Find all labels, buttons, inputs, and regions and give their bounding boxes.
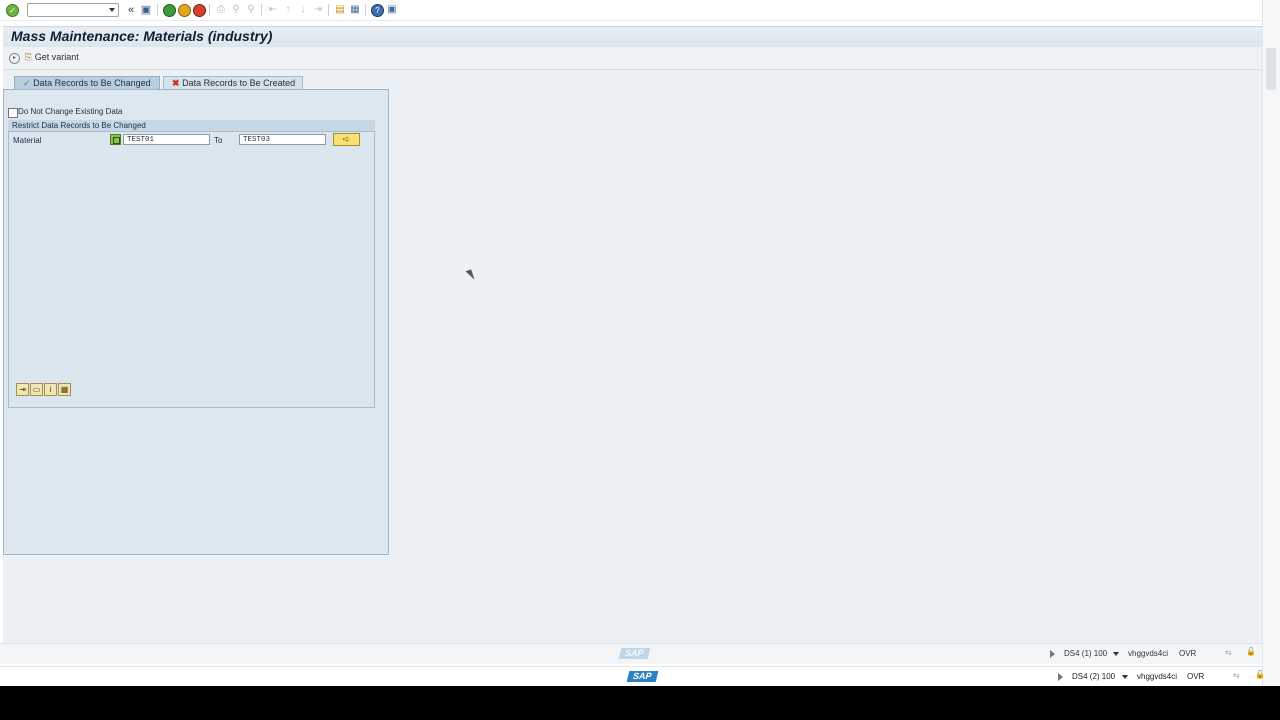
exit-icon[interactable] <box>178 4 191 17</box>
back-green-icon[interactable] <box>163 4 176 17</box>
status-expand-icon[interactable] <box>1058 673 1063 681</box>
insert-mode[interactable]: OVR <box>1187 672 1204 681</box>
do-not-change-checkbox[interactable] <box>8 108 18 118</box>
letterbox-bar <box>0 686 1280 720</box>
do-not-change-label: Do Not Change Existing Data <box>18 107 123 116</box>
toolbar-separator <box>209 4 210 16</box>
insert-mode[interactable]: OVR <box>1179 649 1196 658</box>
table-icon[interactable]: ▦ <box>58 383 71 396</box>
info-icon[interactable]: i <box>44 383 57 396</box>
title-bar: Mass Maintenance: Materials (industry) <box>3 26 1262 47</box>
command-field[interactable] <box>27 3 119 17</box>
sap-logo: SAP <box>626 671 658 682</box>
status-bar-session-2: SAP DS4 (2) 100 vhggvds4ci OVR ⇆ 🔓 <box>0 666 1265 686</box>
enter-icon[interactable]: ✓ <box>6 4 19 17</box>
new-session-icon[interactable]: ▤ <box>333 3 347 17</box>
import-icon[interactable]: ⇥ <box>16 383 29 396</box>
print-icon[interactable]: ⎙ <box>214 3 228 17</box>
selection-option-icon[interactable] <box>110 134 121 145</box>
material-from-input[interactable]: TEST01 <box>123 134 210 145</box>
multiple-selection-button[interactable]: ➪ <box>333 133 360 146</box>
toolbar-separator <box>328 4 329 16</box>
find-next-icon[interactable]: ⚲ <box>244 3 258 17</box>
status-bar-session-1: SAP DS4 (1) 100 vhggvds4ci OVR ⇆ 🔓 <box>0 643 1262 664</box>
vertical-scrollbar[interactable] <box>1262 0 1280 686</box>
system-toolbar: ✓ « ▣ ⎙ ⚲ ⚲ ⇤ ↑ ↓ ⇥ ▤ ▦ ? ▣ <box>0 0 1262 21</box>
toolbar-separator <box>261 4 262 16</box>
lock-icon[interactable]: 🔓 <box>1255 670 1265 679</box>
next-page-icon[interactable]: ↓ <box>296 3 310 17</box>
tab-data-records-created[interactable]: ✖ Data Records to Be Created <box>163 76 303 89</box>
chevron-down-icon[interactable] <box>1122 675 1128 679</box>
to-label: To <box>214 136 223 145</box>
sap-logo: SAP <box>618 648 650 659</box>
restrict-group-header: Restrict Data Records to Be Changed <box>8 120 375 132</box>
folder-icon[interactable]: ▭ <box>30 383 43 396</box>
toolbar-separator <box>365 4 366 16</box>
check-icon: ✓ <box>23 78 31 88</box>
tab-label: Data Records to Be Created <box>182 78 296 88</box>
last-page-icon[interactable]: ⇥ <box>311 3 325 17</box>
system-info: DS4 (2) 100 <box>1072 672 1116 681</box>
variant-icon: ⎘ <box>25 52 33 62</box>
system-info: DS4 (1) 100 <box>1064 649 1108 658</box>
shortcut-icon[interactable]: ▦ <box>348 3 362 17</box>
get-variant-label: Get variant <box>34 52 79 62</box>
group-title: Restrict Data Records to Be Changed <box>12 121 146 130</box>
save-icon[interactable]: ▣ <box>139 3 153 17</box>
material-label: Material <box>13 136 42 145</box>
status-expand-icon[interactable] <box>1050 650 1055 658</box>
cancel-icon[interactable] <box>193 4 206 17</box>
find-icon[interactable]: ⚲ <box>229 3 243 17</box>
restrict-group <box>8 120 375 408</box>
execute-icon[interactable]: ▸ <box>9 53 20 64</box>
tab-data-records-changed[interactable]: ✓ Data Records to Be Changed <box>14 76 160 89</box>
layout-icon[interactable]: ⇆ <box>1233 671 1240 680</box>
sap-window: ✓ « ▣ ⎙ ⚲ ⚲ ⇤ ↑ ↓ ⇥ ▤ ▦ ? ▣ Mass Mainten… <box>0 0 1280 686</box>
back-icon[interactable]: « <box>124 3 138 17</box>
lock-icon[interactable]: 🔓 <box>1246 647 1256 656</box>
application-toolbar: ▸ ⎘ Get variant <box>3 47 1262 70</box>
help-icon[interactable]: ? <box>371 4 384 17</box>
material-to-input[interactable]: TEST03 <box>239 134 326 145</box>
first-page-icon[interactable]: ⇤ <box>266 3 280 17</box>
tab-label: Data Records to Be Changed <box>33 78 151 88</box>
scrollbar-thumb[interactable] <box>1266 48 1276 90</box>
arrow-right-icon: ➪ <box>342 134 351 144</box>
prev-page-icon[interactable]: ↑ <box>281 3 295 17</box>
server-info: vhggvds4ci <box>1128 649 1169 658</box>
chevron-down-icon[interactable] <box>1113 652 1119 656</box>
page-title: Mass Maintenance: Materials (industry) <box>11 28 273 44</box>
toolbar-separator <box>157 4 158 16</box>
server-info: vhggvds4ci <box>1137 672 1178 681</box>
chevron-down-icon[interactable] <box>109 8 115 12</box>
layout-icon[interactable]: ⇆ <box>1225 648 1232 657</box>
get-variant-button[interactable]: ⎘ Get variant <box>25 52 79 63</box>
customize-icon[interactable]: ▣ <box>385 3 399 17</box>
cross-icon: ✖ <box>172 78 180 88</box>
